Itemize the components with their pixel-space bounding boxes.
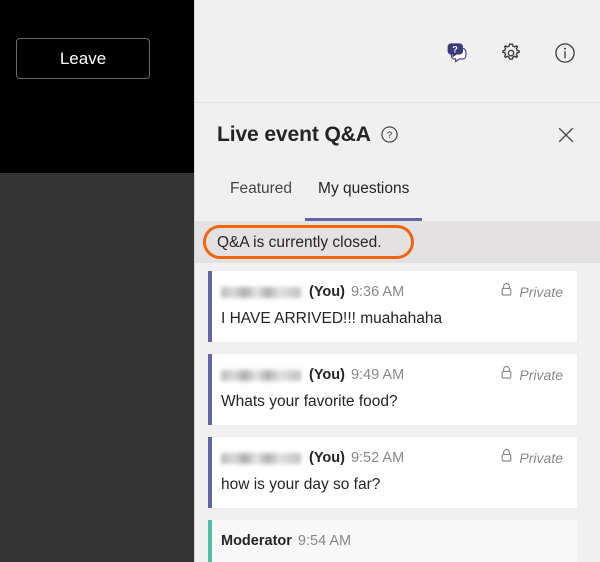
lock-icon	[500, 365, 513, 385]
timestamp: 9:54 AM	[297, 533, 352, 549]
svg-text:?: ?	[452, 44, 458, 54]
author-name-redacted	[221, 286, 301, 298]
you-label: (You)	[309, 450, 345, 466]
question-card[interactable]: (You) 9:49 AM Private Whats your favorit…	[208, 353, 578, 426]
video-area	[0, 0, 195, 173]
privacy-label: Private	[519, 367, 563, 383]
question-card-moderator[interactable]: Moderator 9:54 AM	[208, 519, 578, 562]
leave-button[interactable]: Leave	[16, 38, 150, 79]
tab-my-questions[interactable]: My questions	[305, 166, 423, 221]
panel-header: Live event Q&A ?	[195, 103, 600, 166]
close-icon[interactable]	[554, 123, 578, 147]
timestamp: 9:36 AM	[350, 284, 405, 300]
lock-icon	[500, 448, 513, 468]
gear-icon[interactable]	[498, 40, 524, 66]
tab-featured[interactable]: Featured	[217, 166, 305, 221]
privacy-label: Private	[519, 450, 563, 466]
privacy-indicator: Private	[500, 365, 563, 385]
question-card[interactable]: (You) 9:36 AM Private I HAVE ARRIVED!!! …	[208, 270, 578, 343]
page-title: Live event Q&A	[217, 122, 371, 146]
author-name-redacted	[221, 452, 301, 464]
privacy-indicator: Private	[500, 282, 563, 302]
status-banner: Q&A is currently closed.	[195, 222, 600, 263]
qna-tabs: Featured My questions	[195, 166, 600, 222]
question-header: (You) 9:52 AM Private	[221, 448, 563, 468]
qna-panel: ? Live event Q&A ? Featured My questions…	[195, 0, 600, 562]
svg-text:?: ?	[387, 130, 392, 141]
you-label: (You)	[309, 367, 345, 383]
you-label: (You)	[309, 284, 345, 300]
timestamp: 9:49 AM	[350, 367, 405, 383]
panel-topbar: ?	[195, 0, 600, 103]
teams-live-event-window: Leave ? Live event Q&A ? Featured My que…	[0, 0, 600, 562]
question-header: (You) 9:49 AM Private	[221, 365, 563, 385]
question-text: how is your day so far?	[221, 476, 381, 493]
tab-my-questions-label: My questions	[318, 180, 410, 197]
privacy-indicator: Private	[500, 448, 563, 468]
author-name-redacted	[221, 369, 301, 381]
timestamp: 9:52 AM	[350, 450, 405, 466]
question-card[interactable]: (You) 9:52 AM Private how is your day so…	[208, 436, 578, 509]
tab-featured-label: Featured	[230, 180, 293, 197]
privacy-label: Private	[519, 284, 563, 300]
lock-icon	[500, 282, 513, 302]
meeting-stage: Leave	[0, 0, 195, 562]
qna-icon[interactable]: ?	[444, 40, 470, 66]
author-name: Moderator	[221, 533, 292, 549]
question-text: Whats your favorite food?	[221, 393, 398, 410]
question-list[interactable]: (You) 9:36 AM Private I HAVE ARRIVED!!! …	[195, 263, 600, 562]
question-header: Moderator 9:54 AM	[221, 531, 563, 551]
question-circle-icon[interactable]: ?	[380, 125, 399, 144]
topbar-icon-group: ?	[444, 40, 578, 66]
question-header: (You) 9:36 AM Private	[221, 282, 563, 302]
status-banner-text: Q&A is currently closed.	[217, 233, 382, 251]
question-text: I HAVE ARRIVED!!! muahahaha	[221, 310, 443, 327]
info-icon[interactable]	[552, 40, 578, 66]
